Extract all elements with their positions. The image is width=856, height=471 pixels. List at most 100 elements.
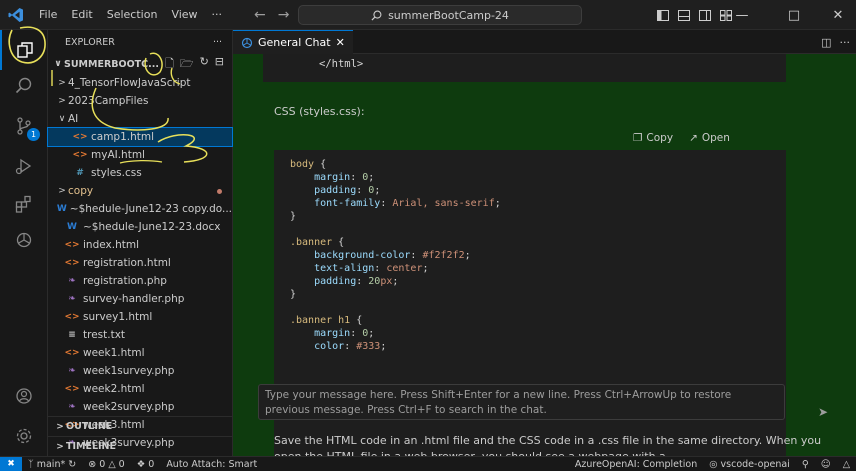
folder-item[interactable]: >4_TensorFlowJavaScript [48, 74, 232, 92]
code-token: ; [422, 263, 429, 274]
extension-status[interactable]: ◎ vscode-openai [703, 459, 796, 470]
php-file-icon: ❧ [68, 366, 76, 376]
error-icon: ⊗ [88, 458, 97, 470]
copy-button[interactable]: ❐ Copy [633, 132, 673, 144]
timeline-label: TIMELINE [66, 441, 116, 452]
file-tree: >4_TensorFlowJavaScript >2023CampFiles ∨ AI… [47, 74, 233, 470]
code-token: : [356, 185, 369, 196]
code-line: padding: 0; [290, 184, 770, 197]
code-line: color: #333; [290, 340, 770, 353]
search-view-icon[interactable] [0, 66, 48, 106]
menu-view[interactable]: View [164, 0, 204, 30]
account-status-icon[interactable]: ⚲ [796, 459, 815, 470]
back-arrow-icon[interactable]: ← [254, 7, 266, 23]
file-item[interactable]: W ~$hedule-June12-23.docx [48, 218, 232, 236]
code-token: text-align [290, 263, 375, 274]
toggle-primary-sidebar-icon[interactable] [657, 9, 669, 21]
menu-file[interactable]: File [32, 0, 64, 30]
chevron-right-icon: > [58, 96, 66, 106]
code-line: body { [290, 158, 770, 171]
menu-selection[interactable]: Selection [100, 0, 165, 30]
azure-status[interactable]: AzureOpenAI: Completion [569, 459, 703, 470]
close-window-icon[interactable]: ✕ [820, 0, 856, 30]
ports-status[interactable]: ❖ 0 [131, 459, 161, 470]
timeline-section[interactable]: > TIMELINE [48, 436, 233, 456]
file-item[interactable]: <> survey1.html [48, 308, 232, 326]
file-item[interactable]: ❧ week1survey.php [48, 362, 232, 380]
open-button[interactable]: ↗ Open [689, 132, 730, 144]
file-item[interactable]: <> camp1.html [47, 127, 233, 147]
minimize-icon[interactable]: — [724, 0, 760, 30]
chevron-down-icon: ∨ [54, 59, 62, 69]
problems-status[interactable]: ⊗ 0 △ 0 [82, 459, 130, 470]
editor-more-icon[interactable]: ··· [840, 36, 851, 49]
file-item[interactable]: ❧ week2survey.php [48, 398, 232, 416]
code-token: : [350, 172, 363, 183]
tab-general-chat[interactable]: General Chat ✕ [233, 30, 353, 54]
item-label: myAI.html [91, 149, 145, 161]
code-token: : [374, 263, 387, 274]
code-token: : [344, 341, 357, 352]
code-token: ; [380, 341, 387, 352]
file-item[interactable]: ❧ survey-handler.php [48, 290, 232, 308]
source-control-icon[interactable]: 1 [0, 106, 48, 146]
remote-icon[interactable]: ✖ [0, 456, 22, 471]
extensions-icon[interactable] [0, 184, 48, 224]
chat-message-input[interactable]: Type your message here. Press Shift+Ente… [258, 384, 785, 420]
menu-more[interactable]: ··· [205, 0, 230, 30]
file-item[interactable]: W ~$hedule-June12-23 copy.do... [48, 200, 232, 218]
code-token: .banner h1 [290, 315, 351, 326]
auto-attach-status[interactable]: Auto Attach: Smart [160, 459, 263, 470]
code-token: 20 [368, 276, 381, 287]
item-label: survey-handler.php [83, 293, 185, 305]
item-label: week2.html [83, 383, 145, 395]
file-item[interactable]: ❧ registration.php [48, 272, 232, 290]
refresh-icon[interactable]: ↻ [200, 55, 209, 74]
explorer-more-icon[interactable]: ··· [213, 37, 222, 48]
file-item[interactable]: <> registration.html [48, 254, 232, 272]
openai-icon[interactable] [0, 220, 48, 260]
toggle-secondary-sidebar-icon[interactable] [699, 9, 711, 21]
command-center-search[interactable]: summerBootCamp-24 [298, 5, 582, 25]
send-icon[interactable]: ➤ [818, 405, 828, 419]
docx-file-icon: W [56, 204, 67, 214]
file-item[interactable]: ≡ trest.txt [48, 326, 232, 344]
folder-item[interactable]: > copy [48, 182, 232, 200]
menu-edit[interactable]: Edit [64, 0, 99, 30]
accounts-icon[interactable] [0, 376, 48, 416]
run-debug-icon[interactable] [0, 146, 48, 186]
item-label: trest.txt [83, 329, 126, 341]
new-folder-icon[interactable]: 🗁 [180, 55, 194, 74]
file-item[interactable]: <> week2.html [48, 380, 232, 398]
code-token: padding [290, 185, 357, 196]
workspace-folder-header[interactable]: ∨ SUMMERBOOTC... 🗋 🗁 ↻ ⊟ [48, 54, 232, 74]
toggle-panel-icon[interactable] [678, 9, 690, 21]
copilot-icon[interactable]: ☺ [815, 459, 837, 470]
split-editor-icon[interactable]: ◫ [821, 36, 831, 49]
settings-gear-icon[interactable] [0, 416, 48, 456]
code-token: padding [290, 276, 357, 287]
folder-item[interactable]: ∨ AI [48, 110, 232, 128]
close-tab-icon[interactable]: ✕ [336, 36, 345, 49]
extension-label: vscode-openai [720, 458, 790, 470]
file-item[interactable]: <> myAI.html [48, 146, 232, 164]
outline-section[interactable]: > OUTLINE [48, 416, 233, 436]
new-file-icon[interactable]: 🗋 [165, 55, 174, 74]
activity-bar: 1 [0, 30, 48, 456]
explorer-icon[interactable] [0, 30, 48, 70]
file-item[interactable]: <> index.html [48, 236, 232, 254]
notifications-icon[interactable]: △ [837, 459, 856, 470]
code-line: background-color: #f2f2f2; [290, 249, 770, 262]
search-icon [371, 10, 382, 21]
code-line: .banner { [290, 236, 770, 249]
branch-status[interactable]: ᛉ main* ↻ [22, 459, 82, 470]
file-item[interactable]: # styles.css [48, 164, 232, 182]
collapse-all-icon[interactable]: ⊟ [215, 55, 224, 74]
forward-arrow-icon[interactable]: → [278, 7, 290, 23]
maximize-icon[interactable]: □ [776, 0, 812, 30]
code-token: background-color [290, 250, 411, 261]
code-token: Arial, sans-serif [392, 198, 495, 209]
file-item[interactable]: <> week1.html [48, 344, 232, 362]
code-token: px [380, 276, 393, 287]
folder-item[interactable]: >2023CampFiles [48, 92, 232, 110]
